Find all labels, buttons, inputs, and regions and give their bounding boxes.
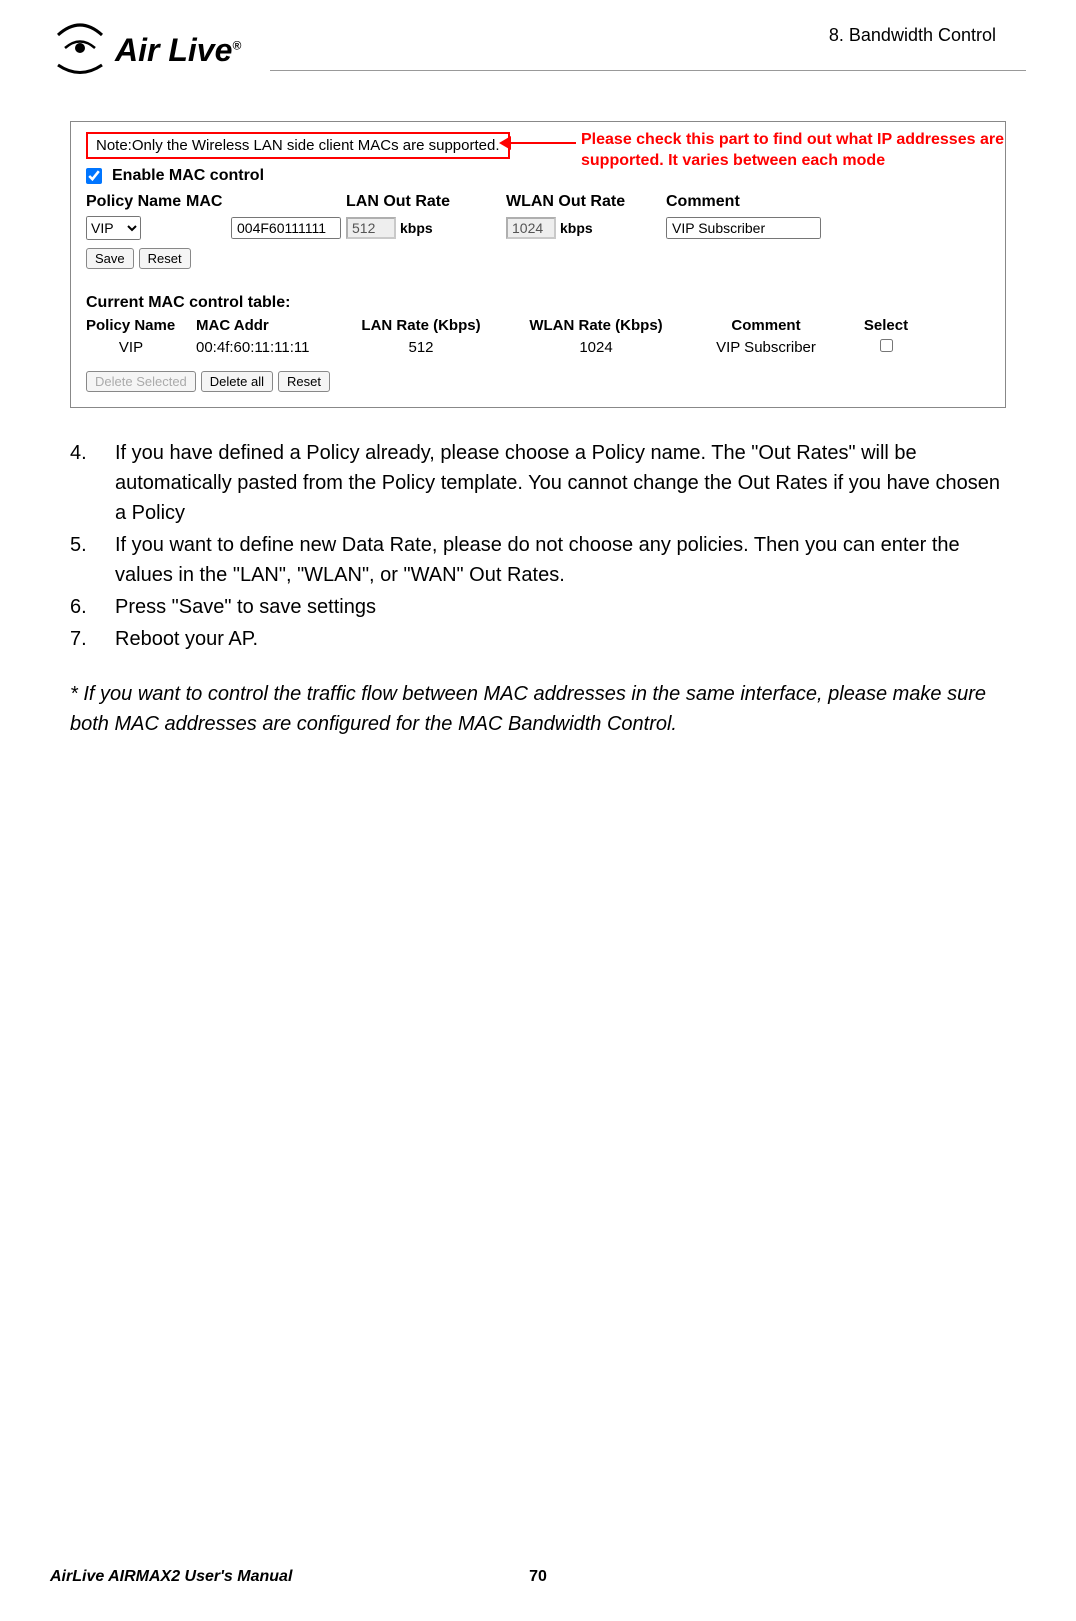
th-mac: MAC Addr [196, 317, 336, 334]
lan-kbps-label: kbps [400, 220, 433, 236]
td-wlan: 1024 [506, 339, 686, 356]
save-button[interactable]: Save [86, 248, 134, 269]
list-item: 5. If you want to define new Data Rate, … [70, 530, 1006, 590]
list-item: 7. Reboot your AP. [70, 624, 1006, 654]
reset-button[interactable]: Reset [139, 248, 191, 269]
page-footer: AirLive AIRMAX2 User's Manual 70 [50, 1568, 1026, 1586]
callout-text: Please check this part to find out what … [581, 130, 1041, 172]
delete-selected-button[interactable]: Delete Selected [86, 371, 196, 392]
list-num: 7. [70, 624, 115, 654]
td-lan: 512 [336, 339, 506, 356]
th-select: Select [846, 317, 926, 334]
logo: Air Live® [50, 20, 241, 80]
page-number: 70 [529, 1568, 547, 1586]
callout-arrow-line [506, 142, 576, 144]
header-policy: Policy Name [86, 193, 186, 211]
th-policy: Policy Name [86, 317, 196, 334]
td-comment: VIP Subscriber [686, 339, 846, 356]
list-content: If you have defined a Policy already, pl… [115, 438, 1006, 528]
list-content: Press "Save" to save settings [115, 592, 1006, 622]
td-mac: 00:4f:60:11:11:11 [196, 339, 336, 356]
form-row: VIP kbps kbps [86, 216, 990, 240]
table-title: Current MAC control table: [86, 294, 990, 312]
lan-rate-input[interactable] [346, 217, 396, 239]
reset-table-button[interactable]: Reset [278, 371, 330, 392]
table-buttons-row: Delete Selected Delete all Reset [86, 371, 990, 392]
td-policy: VIP [86, 339, 196, 356]
list-num: 5. [70, 530, 115, 590]
note-text: * If you want to control the traffic flo… [70, 679, 1006, 739]
page-header: Air Live® 8. Bandwidth Control [50, 20, 1026, 80]
save-reset-row: Save Reset [86, 248, 990, 269]
list-item: 6. Press "Save" to save settings [70, 592, 1006, 622]
note-box: Note:Only the Wireless LAN side client M… [86, 132, 510, 159]
th-wlan: WLAN Rate (Kbps) [506, 317, 686, 334]
list-content: If you want to define new Data Rate, ple… [115, 530, 1006, 590]
wlan-rate-input[interactable] [506, 217, 556, 239]
policy-select[interactable]: VIP [86, 216, 141, 240]
footer-title: AirLive AIRMAX2 User's Manual [50, 1568, 292, 1586]
enable-mac-label: Enable MAC control [112, 167, 264, 185]
mac-input[interactable] [231, 217, 341, 239]
list-num: 6. [70, 592, 115, 622]
callout-arrow-head [499, 136, 511, 150]
th-lan: LAN Rate (Kbps) [336, 317, 506, 334]
header-wlan: WLAN Out Rate [506, 193, 666, 211]
list-content: Reboot your AP. [115, 624, 1006, 654]
airlive-logo-icon [50, 20, 110, 80]
table-headers: Policy Name MAC Addr LAN Rate (Kbps) WLA… [86, 317, 990, 334]
row-select-checkbox[interactable] [880, 339, 893, 352]
body-text: 4. If you have defined a Policy already,… [70, 438, 1006, 739]
chapter-title: 8. Bandwidth Control [829, 20, 1026, 46]
td-select [846, 339, 926, 356]
logo-text: Air Live® [115, 32, 241, 69]
header-comment: Comment [666, 193, 846, 211]
config-panel: Note:Only the Wireless LAN side client M… [70, 121, 1006, 408]
header-lan: LAN Out Rate [346, 193, 506, 211]
form-headers: Policy Name MAC LAN Out Rate WLAN Out Ra… [86, 193, 990, 211]
comment-input[interactable] [666, 217, 821, 239]
delete-all-button[interactable]: Delete all [201, 371, 273, 392]
th-comment: Comment [686, 317, 846, 334]
wlan-kbps-label: kbps [560, 220, 593, 236]
table-row: VIP 00:4f:60:11:11:11 512 1024 VIP Subsc… [86, 339, 990, 356]
header-rule [270, 70, 1026, 71]
list-item: 4. If you have defined a Policy already,… [70, 438, 1006, 528]
header-mac: MAC [186, 193, 346, 211]
list-num: 4. [70, 438, 115, 528]
enable-mac-checkbox[interactable] [86, 168, 102, 184]
